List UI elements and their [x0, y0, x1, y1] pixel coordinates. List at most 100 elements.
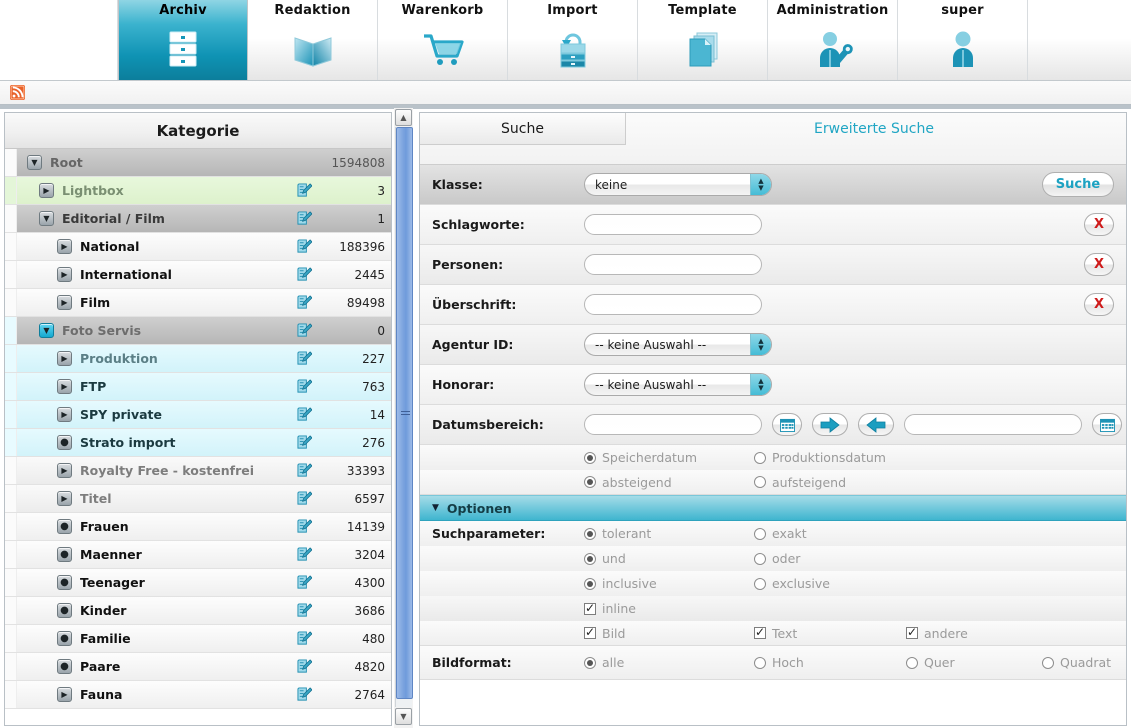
edit-category-icon[interactable]: [297, 519, 315, 534]
ueberschrift-input[interactable]: [584, 294, 762, 315]
honorar-select[interactable]: -- keine Auswahl -- ▲ ▼: [584, 373, 772, 396]
tree-item-strato-import[interactable]: ● Strato import 276: [5, 429, 391, 457]
expander-right-icon[interactable]: ▶: [57, 407, 72, 422]
tree-item-spy-private[interactable]: ▶ SPY private 14: [5, 401, 391, 429]
leaf-dot-icon[interactable]: ●: [57, 575, 72, 590]
leaf-dot-icon[interactable]: ●: [57, 603, 72, 618]
edit-category-icon[interactable]: [297, 575, 315, 590]
clear-personen-button[interactable]: X: [1084, 253, 1114, 276]
leaf-dot-icon[interactable]: ●: [57, 631, 72, 646]
personen-input[interactable]: [584, 254, 762, 275]
edit-category-icon[interactable]: [297, 407, 315, 422]
edit-category-icon[interactable]: [297, 183, 315, 198]
radio-produktionsdatum[interactable]: Produktionsdatum: [754, 450, 886, 465]
rss-feed-icon[interactable]: [10, 85, 25, 103]
edit-category-icon[interactable]: [297, 351, 315, 366]
scrollbar-thumb[interactable]: [396, 127, 413, 699]
edit-category-icon[interactable]: [297, 463, 315, 478]
calendar-icon[interactable]: [772, 413, 802, 436]
schlagworte-input[interactable]: [584, 214, 762, 235]
tree-item-familie[interactable]: ● Familie 480: [5, 625, 391, 653]
leaf-dot-icon[interactable]: ●: [57, 519, 72, 534]
tree-item-ftp[interactable]: ▶ FTP 763: [5, 373, 391, 401]
expander-right-icon[interactable]: ▶: [57, 239, 72, 254]
tree-item-royalty-free-kostenfrei[interactable]: ▶ Royalty Free - kostenfrei 33393: [5, 457, 391, 485]
tab-erweiterte-suche[interactable]: Erweiterte Suche: [626, 113, 1122, 145]
expander-down-icon[interactable]: ▼: [39, 323, 54, 338]
nav-tab-warenkorb[interactable]: Warenkorb: [378, 0, 508, 80]
radio-hoch[interactable]: Hoch: [754, 655, 906, 670]
tree-item-maenner[interactable]: ● Maenner 3204: [5, 541, 391, 569]
tree-item-lightbox[interactable]: ▶ Lightbox 3: [5, 177, 391, 205]
radio-quadrat[interactable]: Quadrat: [1042, 655, 1111, 670]
radio-oder[interactable]: oder: [754, 551, 800, 566]
nav-tab-import[interactable]: Import: [508, 0, 638, 80]
tree-item-teenager[interactable]: ● Teenager 4300: [5, 569, 391, 597]
radio-speicherdatum[interactable]: Speicherdatum: [584, 450, 754, 465]
search-submit-button[interactable]: Suche: [1042, 172, 1114, 197]
edit-category-icon[interactable]: [297, 491, 315, 506]
tree-item-film[interactable]: ▶ Film 89498: [5, 289, 391, 317]
checkbox-bild[interactable]: Bild: [584, 625, 754, 641]
edit-category-icon[interactable]: [297, 211, 315, 226]
expander-right-icon[interactable]: ▶: [57, 295, 72, 310]
edit-category-icon[interactable]: [297, 295, 315, 310]
nav-tab-redaktion[interactable]: Redaktion: [248, 0, 378, 80]
klasse-select[interactable]: keine ▲ ▼: [584, 173, 772, 196]
scroll-up-button[interactable]: ▲: [395, 109, 412, 126]
expander-right-icon[interactable]: ▶: [57, 379, 72, 394]
edit-category-icon[interactable]: [297, 239, 315, 254]
tree-item-national[interactable]: ▶ National 188396: [5, 233, 391, 261]
edit-category-icon[interactable]: [297, 547, 315, 562]
tab-suche[interactable]: Suche: [420, 113, 626, 145]
checkbox-text[interactable]: Text: [754, 625, 906, 641]
radio-quer[interactable]: Quer: [906, 655, 1042, 670]
radio-absteigend[interactable]: absteigend: [584, 475, 754, 490]
scroll-down-button[interactable]: ▼: [395, 708, 412, 725]
nav-tab-administration[interactable]: Administration: [768, 0, 898, 80]
expander-right-icon[interactable]: ▶: [57, 491, 72, 506]
radio-exakt[interactable]: exakt: [754, 526, 807, 541]
expander-right-icon[interactable]: ▶: [57, 463, 72, 478]
tree-item-kinder[interactable]: ● Kinder 3686: [5, 597, 391, 625]
edit-category-icon[interactable]: [297, 435, 315, 450]
clear-ueberschrift-button[interactable]: X: [1084, 293, 1114, 316]
tree-item-frauen[interactable]: ● Frauen 14139: [5, 513, 391, 541]
leaf-dot-icon[interactable]: ●: [57, 659, 72, 674]
expander-right-icon[interactable]: ▶: [39, 183, 54, 198]
category-scrollbar[interactable]: ▲ ▼: [394, 108, 413, 728]
edit-category-icon[interactable]: [297, 603, 315, 618]
date-from-input[interactable]: [584, 414, 762, 435]
optionen-section-header[interactable]: ▼ Optionen: [420, 495, 1126, 521]
radio-aufsteigend[interactable]: aufsteigend: [754, 475, 846, 490]
edit-category-icon[interactable]: [297, 379, 315, 394]
radio-inclusive[interactable]: inclusive: [584, 576, 754, 591]
expander-right-icon[interactable]: ▶: [57, 267, 72, 282]
nav-tab-template[interactable]: Template: [638, 0, 768, 80]
checkbox-inline[interactable]: inline: [584, 601, 754, 616]
tree-item-root[interactable]: ▼ Root 1594808: [5, 149, 391, 177]
expander-down-icon[interactable]: ▼: [27, 155, 42, 170]
leaf-dot-icon[interactable]: ●: [57, 435, 72, 450]
spinner-icon[interactable]: ▲ ▼: [750, 374, 771, 395]
expander-right-icon[interactable]: ▶: [57, 351, 72, 366]
tree-item-titel[interactable]: ▶ Titel 6597: [5, 485, 391, 513]
tree-item-fauna[interactable]: ▶ Fauna 2764: [5, 681, 391, 709]
tree-item-editorial-film[interactable]: ▼ Editorial / Film 1: [5, 205, 391, 233]
edit-category-icon[interactable]: [297, 631, 315, 646]
edit-category-icon[interactable]: [297, 687, 315, 702]
nav-tab-archiv[interactable]: Archiv: [118, 0, 248, 80]
scrollbar-track[interactable]: [395, 127, 413, 707]
spinner-icon[interactable]: ▲ ▼: [750, 334, 771, 355]
expander-right-icon[interactable]: ▶: [57, 687, 72, 702]
leaf-dot-icon[interactable]: ●: [57, 547, 72, 562]
edit-category-icon[interactable]: [297, 323, 315, 338]
radio-alle[interactable]: alle: [584, 655, 754, 670]
tree-item-foto-servis[interactable]: ▼ Foto Servis 0: [5, 317, 391, 345]
radio-und[interactable]: und: [584, 551, 754, 566]
arrow-right-icon[interactable]: [812, 413, 848, 436]
calendar-icon[interactable]: [1092, 413, 1122, 436]
date-to-input[interactable]: [904, 414, 1082, 435]
edit-category-icon[interactable]: [297, 659, 315, 674]
radio-exclusive[interactable]: exclusive: [754, 576, 830, 591]
